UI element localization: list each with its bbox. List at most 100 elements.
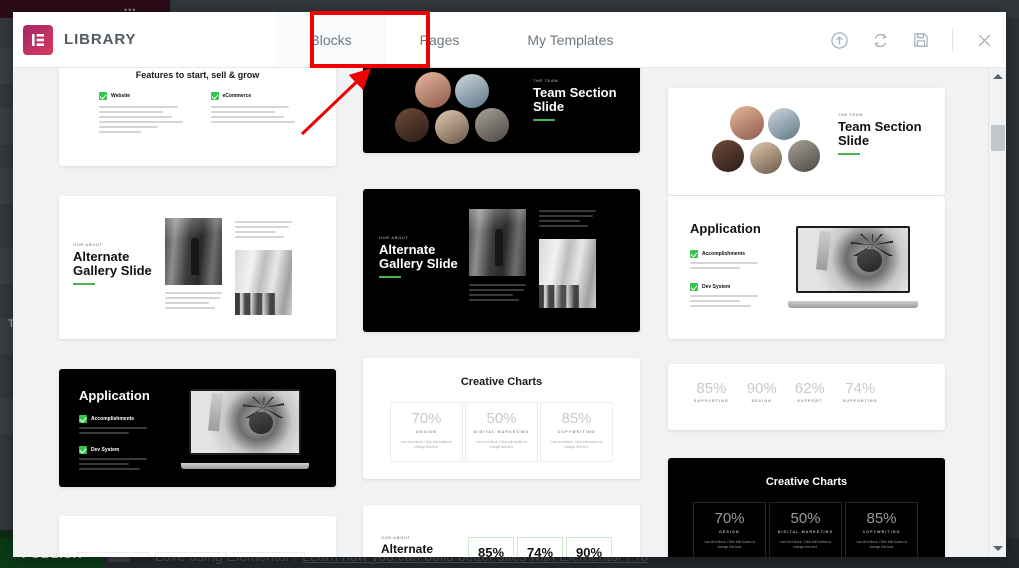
application-feature-heading: Dev System <box>702 284 731 291</box>
gallery-caption <box>469 281 526 304</box>
template-card-creative-charts-dark[interactable]: Creative Charts 70% DESIGN I am text blo… <box>668 458 945 557</box>
template-thumb-creative-charts-dark: Creative Charts 70% DESIGN I am text blo… <box>668 458 945 557</box>
avatar <box>395 108 429 142</box>
application-feature-heading: Accomplishments <box>702 251 746 258</box>
template-card-creative-charts-light[interactable]: Creative Charts 70% DESIGN I am text blo… <box>363 358 640 479</box>
template-library-modal: LIBRARY Blocks Pages My Templates Featur… <box>13 12 1006 557</box>
avatar <box>415 72 451 108</box>
chart-value: 50% <box>790 510 821 527</box>
template-card-team-light[interactable]: THE TEAM Team Section Slide <box>668 88 945 195</box>
chart-value: 50% <box>486 410 517 427</box>
team-avatar-cluster <box>393 72 513 144</box>
chart-label: COPYWRITING <box>862 530 901 534</box>
tab-pages[interactable]: Pages <box>386 12 494 67</box>
number-box: 85% SUPPORTING <box>468 537 514 557</box>
number-box: 85% <box>77 552 149 557</box>
chart-box: 85% COPYWRITING I am text block. Click e… <box>540 402 613 462</box>
check-icon <box>210 92 219 100</box>
template-thumb-gallery-dark: OUR ABOUT Alternate Gallery Slide <box>363 189 640 332</box>
gallery-eyebrow: OUR ABOUT <box>73 242 103 247</box>
number-value: 74% <box>845 380 876 397</box>
chart-box: 70% DESIGN I am text block. Click edit b… <box>693 502 766 557</box>
team-eyebrow: THE TEAM <box>533 78 559 83</box>
floppy-save-icon[interactable] <box>912 31 930 49</box>
gallery-caption <box>539 207 596 230</box>
tab-blocks[interactable]: Blocks <box>276 12 386 67</box>
features-column: eCommerce <box>210 92 303 136</box>
number-item: 90% DESIGN <box>747 380 777 403</box>
avatar <box>788 140 820 172</box>
check-icon <box>690 283 698 292</box>
number-box: 62% <box>233 552 305 557</box>
gallery-photo-train <box>469 209 526 276</box>
number-value: 85% <box>477 545 505 557</box>
sync-icon[interactable] <box>871 31 890 50</box>
team-eyebrow: THE TEAM <box>838 112 864 117</box>
accent-bar <box>73 283 95 286</box>
close-x-icon[interactable] <box>975 31 994 50</box>
avatar <box>730 106 764 140</box>
avatar <box>455 74 489 108</box>
chart-body: I am text block. Click edit button to ch… <box>475 440 528 450</box>
accent-bar <box>838 153 860 156</box>
alternate-numbers-title: Alternate Numbers <box>381 542 434 557</box>
template-card-numbers-plain[interactable]: 85% SUPPORTING 90% DESIGN 62% SUPPORT 74… <box>668 364 945 430</box>
features-title: Features to start, sell & grow <box>135 70 260 80</box>
library-brand: LIBRARY <box>23 24 136 55</box>
elementor-logo-icon <box>23 24 53 55</box>
chart-label: DESIGN <box>719 530 740 534</box>
gallery-photo-train <box>165 218 222 285</box>
chart-box: 50% DIGITAL MARKETING I am text block. C… <box>769 502 842 557</box>
scroll-up-arrow-icon[interactable] <box>989 68 1006 85</box>
scroll-thumb[interactable] <box>991 125 1005 151</box>
template-card-gallery-dark[interactable]: OUR ABOUT Alternate Gallery Slide <box>363 189 640 332</box>
chart-body: I am text block. Click edit button to ch… <box>779 540 832 550</box>
gallery-title: Alternate Gallery Slide <box>73 249 152 279</box>
chart-label: DIGITAL MARKETING <box>473 430 530 434</box>
avatar <box>712 140 744 172</box>
check-icon <box>79 446 87 455</box>
template-card-alternate-numbers[interactable]: OUR ABOUT Alternate Numbers 85% SUPPORTI… <box>363 505 640 557</box>
chart-label: DIGITAL MARKETING <box>777 530 834 534</box>
number-value: 62% <box>794 380 825 397</box>
chart-body: I am text block. Click edit button to ch… <box>703 540 756 550</box>
alternate-numbers-eyebrow: OUR ABOUT <box>381 535 411 540</box>
template-card-gallery-light[interactable]: OUR ABOUT Alternate Gallery Slide <box>59 196 336 339</box>
application-laptop-image <box>788 226 918 308</box>
template-card-team-dark[interactable]: THE TEAM Team Section Slide <box>363 68 640 153</box>
template-thumb-creative-charts-light: Creative Charts 70% DESIGN I am text blo… <box>363 358 640 479</box>
library-header: LIBRARY Blocks Pages My Templates <box>13 12 1006 68</box>
chart-value: 85% <box>561 410 592 427</box>
template-card-numbers-boxed[interactable]: 85% 90% 62% <box>59 516 336 557</box>
chart-box: 85% COPYWRITING I am text block. Click e… <box>845 502 918 557</box>
template-thumb-team-light: THE TEAM Team Section Slide <box>668 88 945 195</box>
library-scrollbar[interactable] <box>988 68 1006 557</box>
template-thumb-gallery-light: OUR ABOUT Alternate Gallery Slide <box>59 196 336 339</box>
template-card-features[interactable]: Features to start, sell & grow Website e… <box>59 68 336 166</box>
team-title: Team Section Slide <box>838 119 922 149</box>
application-laptop-image <box>181 389 309 469</box>
number-value: 74% <box>526 545 554 557</box>
template-grid: Features to start, sell & grow Website e… <box>13 68 988 557</box>
avatar <box>750 142 782 174</box>
check-icon <box>79 415 87 424</box>
upload-template-icon[interactable] <box>830 31 849 50</box>
accent-bar <box>379 276 401 279</box>
application-feature-heading: Accomplishments <box>91 416 135 423</box>
gallery-eyebrow: OUR ABOUT <box>379 235 409 240</box>
tab-my-templates[interactable]: My Templates <box>493 12 647 67</box>
application-feature-heading: Dev System <box>91 447 120 454</box>
chart-box: 70% DESIGN I am text block. Click edit b… <box>390 402 463 462</box>
template-card-application-dark[interactable]: Application Accomplishments Dev System <box>59 369 336 487</box>
application-title: Application <box>79 388 150 403</box>
number-label: SUPPORT <box>797 399 823 403</box>
gallery-caption <box>235 218 292 241</box>
chart-body: I am text block. Click edit button to ch… <box>855 540 908 550</box>
gallery-photo-street <box>235 250 292 315</box>
scroll-down-arrow-icon[interactable] <box>989 540 1006 557</box>
chart-value: 85% <box>866 510 897 527</box>
avatar <box>475 108 509 142</box>
template-card-application-light[interactable]: Application Accomplishments Dev System <box>668 196 945 339</box>
number-label: DESIGN <box>751 399 772 403</box>
number-box: 90% DESIGN <box>566 537 612 557</box>
